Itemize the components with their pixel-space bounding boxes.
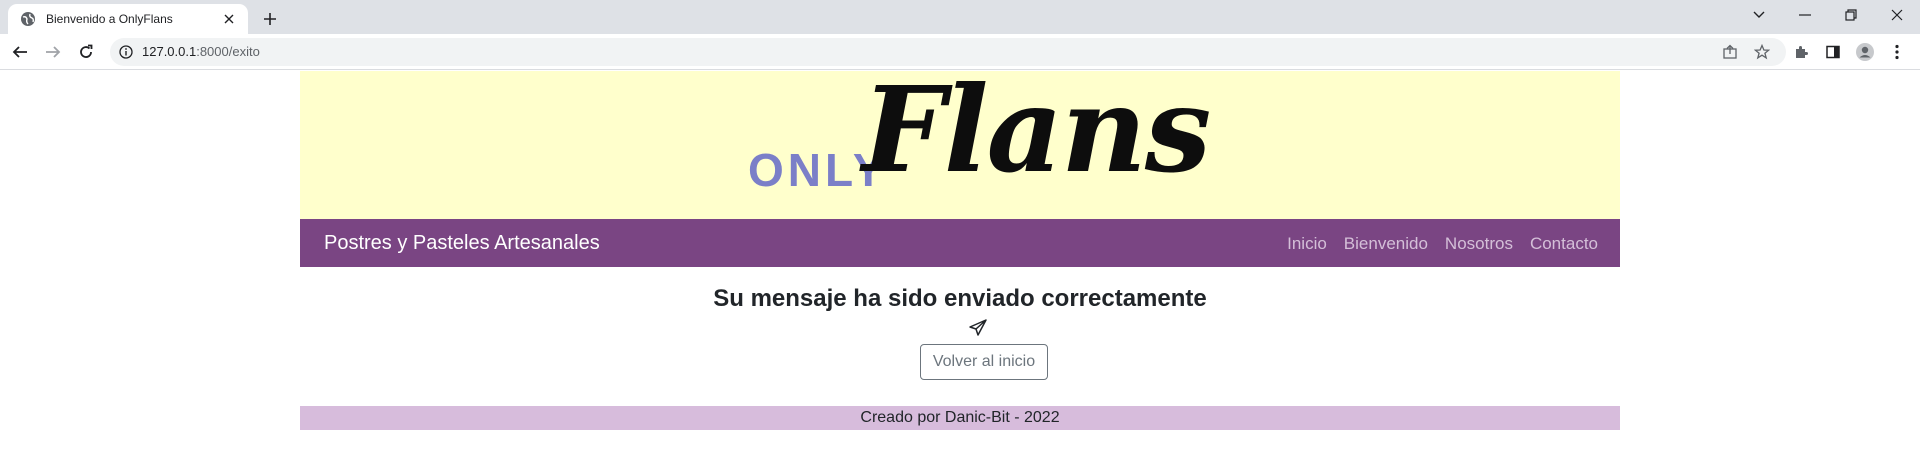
- url-host: 127.0.0.1: [142, 44, 197, 59]
- back-home-button[interactable]: Volver al inicio: [920, 344, 1048, 380]
- restore-icon[interactable]: [1828, 0, 1874, 30]
- forward-arrow-icon[interactable]: [41, 40, 65, 64]
- browser-tab[interactable]: Bienvenido a OnlyFlans: [8, 4, 248, 34]
- close-window-icon[interactable]: [1874, 0, 1920, 30]
- side-panel-icon[interactable]: [1821, 40, 1845, 64]
- reload-icon[interactable]: [74, 40, 98, 64]
- minimize-icon[interactable]: [1782, 0, 1828, 30]
- bookmark-star-icon[interactable]: [1752, 42, 1772, 62]
- url-path: :8000/exito: [196, 44, 260, 59]
- logo-flans-text: Flans: [862, 60, 1211, 199]
- url-text: 127.0.0.1:8000/exito: [142, 44, 260, 59]
- profile-avatar-icon[interactable]: [1853, 40, 1877, 64]
- share-icon[interactable]: [1720, 42, 1740, 62]
- nav-link-contacto[interactable]: Contacto: [1530, 234, 1598, 254]
- nav-link-nosotros[interactable]: Nosotros: [1445, 234, 1513, 254]
- back-arrow-icon[interactable]: [8, 40, 32, 64]
- menu-dots-icon[interactable]: [1885, 40, 1909, 64]
- navbar-brand[interactable]: Postres y Pasteles Artesanales: [324, 232, 600, 255]
- site-info-icon[interactable]: [118, 44, 134, 60]
- footer: Creado por Danic-Bit - 2022: [300, 406, 1620, 430]
- header-banner: ONLY Flans: [300, 71, 1620, 219]
- main-content: Su mensaje ha sido enviado correctamente…: [300, 267, 1620, 407]
- globe-icon: [20, 11, 36, 27]
- tab-title: Bienvenido a OnlyFlans: [46, 12, 173, 26]
- send-plane-icon: [968, 318, 988, 338]
- nav-link-bienvenido[interactable]: Bienvenido: [1344, 234, 1428, 254]
- nav-link-inicio[interactable]: Inicio: [1287, 234, 1327, 254]
- tab-search-icon[interactable]: [1736, 0, 1782, 30]
- success-message: Su mensaje ha sido enviado correctamente: [713, 285, 1207, 312]
- site-container: ONLY Flans Postres y Pasteles Artesanale…: [300, 71, 1620, 407]
- new-tab-icon[interactable]: [258, 7, 282, 31]
- nav-links: Inicio Bienvenido Nosotros Contacto: [1287, 234, 1598, 254]
- tab-strip: Bienvenido a OnlyFlans: [0, 0, 1920, 34]
- extensions-icon[interactable]: [1789, 40, 1813, 64]
- close-tab-icon[interactable]: [220, 10, 238, 28]
- navbar: Postres y Pasteles Artesanales Inicio Bi…: [300, 219, 1620, 267]
